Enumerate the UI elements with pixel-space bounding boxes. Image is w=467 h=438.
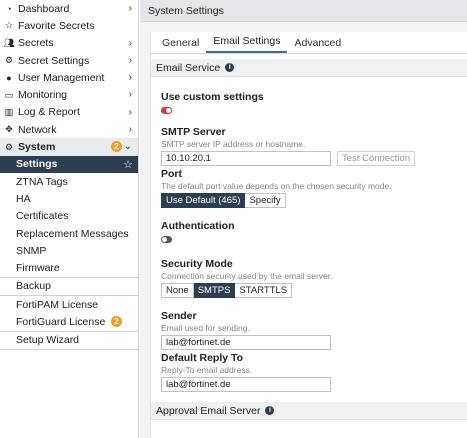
approval-email-header: Approval Email Server i <box>151 402 467 420</box>
info-icon[interactable]: i <box>265 406 275 415</box>
page-title: System Settings <box>140 0 467 22</box>
divider <box>0 348 138 350</box>
sidebar-item-monitoring[interactable]: ▭ Monitoring › <box>0 86 138 103</box>
sidebar-item-network[interactable]: ✥ Network › <box>0 121 138 138</box>
security-mode-selector: None SMTPS STARTTLS <box>161 283 467 298</box>
network-icon: ✥ <box>5 124 13 135</box>
port-default-option[interactable]: Use Default (465) <box>161 193 246 208</box>
sidebar-item-secret-settings[interactable]: ⚙ Secret Settings › <box>0 52 138 69</box>
security-smtps-option[interactable]: SMTPS <box>193 283 236 298</box>
security-starttls-option[interactable]: STARTTLS <box>235 283 293 298</box>
settings-panel: General Email Settings Advanced Email Se… <box>150 32 467 438</box>
chevron-right-icon: › <box>128 124 132 136</box>
chevron-right-icon: › <box>128 3 132 14</box>
reply-to-hint: Reply-To email address. <box>161 365 253 375</box>
sidebar-item-user-management[interactable]: ● User Management › <box>0 69 138 86</box>
port-specify-option[interactable]: Specify <box>245 193 286 208</box>
sidebar-item-firmware[interactable]: Firmware <box>0 259 138 276</box>
smtp-server-label: SMTP Server <box>161 126 226 138</box>
port-hint: The default port value depends on the ch… <box>161 181 392 191</box>
user-gear-icon: ⚙ <box>4 55 14 66</box>
sidebar-item-backup[interactable]: Backup <box>0 278 138 295</box>
chevron-right-icon: › <box>128 106 132 118</box>
sidebar-item-fortiguard-license[interactable]: FortiGuard License 2 <box>0 313 138 330</box>
chevron-right-icon: › <box>128 89 132 101</box>
sidebar-item-log-report[interactable]: ▥ Log & Report › <box>0 104 138 121</box>
gear-icon: ⚙ <box>4 141 14 152</box>
tab-email-settings[interactable]: Email Settings <box>206 35 288 53</box>
chevron-down-icon: ⌄ <box>123 141 132 153</box>
sidebar-item-system[interactable]: ⚙ System 2 ⌄ <box>0 138 138 156</box>
sidebar-item-certificates[interactable]: Certificates <box>0 208 138 225</box>
test-connection-button[interactable]: Test Connection <box>337 151 416 166</box>
sidebar-item-setup-wizard[interactable]: Setup Wizard <box>0 332 138 349</box>
favorite-star-icon[interactable]: ☆ <box>123 158 133 171</box>
tab-bar: General Email Settings Advanced <box>151 32 467 54</box>
reply-to-input[interactable]: lab@fortinet.de <box>161 377 331 392</box>
sender-input[interactable]: lab@fortinet.de <box>161 335 331 350</box>
sidebar-item-fortipam-license[interactable]: FortiPAM License <box>0 296 138 313</box>
sidebar: ◔ Dashboard › ☆ Favorite Secrets 👥︎ Secr… <box>0 0 139 438</box>
sender-hint: Email used for sending. <box>161 323 250 333</box>
security-mode-label: Security Mode <box>161 258 233 270</box>
bar-chart-icon: ▥ <box>4 106 14 117</box>
chevron-right-icon: › <box>128 54 132 66</box>
users-icon: 👥︎ <box>3 37 15 48</box>
sidebar-item-secrets[interactable]: 👥︎ Secrets › <box>0 35 138 52</box>
monitor-icon: ▭ <box>4 89 14 100</box>
sidebar-item-settings[interactable]: Settings ☆ <box>0 155 138 173</box>
smtp-server-input[interactable]: 10.10.20.1 <box>161 151 331 166</box>
security-mode-hint: Connection security used by the email se… <box>161 271 333 281</box>
user-icon: ● <box>6 72 12 83</box>
chevron-right-icon: › <box>128 72 132 84</box>
chevron-right-icon: › <box>128 37 132 49</box>
sidebar-item-replacement-messages[interactable]: Replacement Messages <box>0 225 138 242</box>
security-none-option[interactable]: None <box>161 283 194 298</box>
sidebar-item-snmp[interactable]: SNMP <box>0 242 138 259</box>
port-selector: Use Default (465) Specify <box>161 193 467 208</box>
sidebar-item-favorite-secrets[interactable]: ☆ Favorite Secrets <box>0 17 138 34</box>
custom-settings-toggle[interactable] <box>161 107 172 114</box>
notification-badge: 2 <box>111 141 122 153</box>
sidebar-item-ha[interactable]: HA <box>0 190 138 207</box>
dashboard-icon: ◔ <box>6 3 12 14</box>
star-icon: ☆ <box>4 20 14 31</box>
sidebar-item-ztna-tags[interactable]: ZTNA Tags <box>0 173 138 190</box>
sidebar-item-dashboard[interactable]: ◔ Dashboard › <box>0 0 138 17</box>
email-service-header: Email Service i <box>151 59 467 77</box>
tab-advanced[interactable]: Advanced <box>287 37 348 53</box>
main-area: System Settings General Email Settings A… <box>140 0 467 438</box>
email-service-content: Use custom settings SMTP Server SMTP ser… <box>151 91 467 392</box>
reply-to-label: Default Reply To <box>161 352 244 364</box>
notification-badge: 2 <box>111 316 122 328</box>
authentication-toggle[interactable] <box>161 236 172 243</box>
authentication-label: Authentication <box>161 220 235 232</box>
sender-label: Sender <box>161 310 197 322</box>
info-icon[interactable]: i <box>225 63 235 72</box>
smtp-server-hint: SMTP server IP address or hostname. <box>161 139 306 149</box>
tab-general[interactable]: General <box>155 37 206 53</box>
port-label: Port <box>161 168 182 180</box>
custom-settings-label: Use custom settings <box>161 91 264 103</box>
